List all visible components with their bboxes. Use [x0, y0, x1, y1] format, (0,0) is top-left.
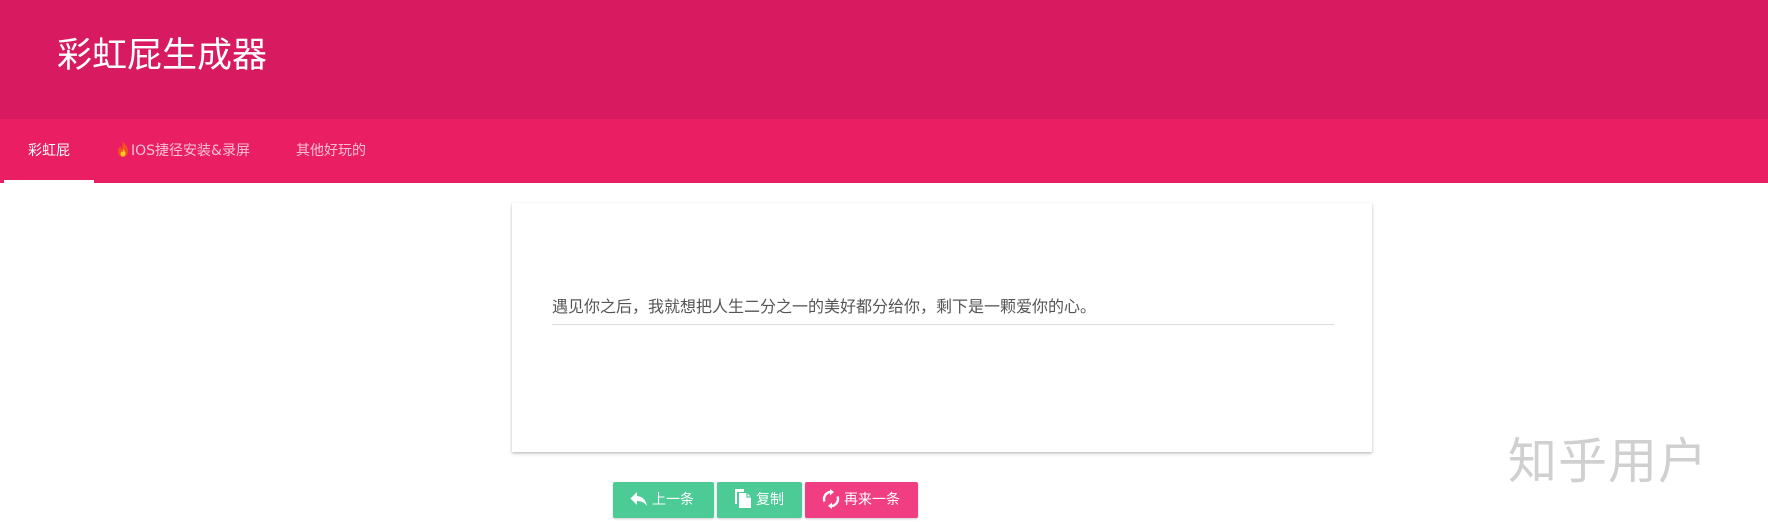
next-button[interactable]: 再来一条 [805, 482, 918, 518]
app-title: 彩虹屁生成器 [57, 36, 268, 76]
tab-ios-shortcut[interactable]: IOS捷径安装&录屏 [116, 119, 250, 183]
tab-other-fun[interactable]: 其他好玩的 [296, 119, 366, 183]
previous-button[interactable]: 上一条 [613, 482, 714, 518]
copy-button-label: 复制 [756, 492, 784, 508]
tab-bar: 彩虹屁 IOS捷径安装&录屏 其他好玩的 [0, 119, 1768, 183]
app-header: 彩虹屁生成器 [0, 0, 1768, 119]
tab-rainbow-compliment[interactable]: 彩虹屁 [28, 119, 70, 183]
reply-arrow-icon [630, 491, 647, 506]
refresh-icon [822, 488, 840, 509]
copy-button[interactable]: 复制 [717, 482, 802, 518]
previous-button-label: 上一条 [652, 492, 694, 508]
active-tab-indicator [4, 180, 94, 183]
tab-ios-shortcut-label: IOS捷径安装&录屏 [131, 143, 250, 159]
fire-icon [118, 141, 128, 157]
compliment-card: 遇见你之后，我就想把人生二分之一的美好都分给你，剩下是一颗爱你的心。 [512, 203, 1372, 452]
copy-icon [735, 489, 751, 508]
compliment-text[interactable]: 遇见你之后，我就想把人生二分之一的美好都分给你，剩下是一颗爱你的心。 [552, 296, 1334, 325]
next-button-label: 再来一条 [844, 492, 900, 508]
watermark: 知乎用户 [1508, 433, 1709, 490]
